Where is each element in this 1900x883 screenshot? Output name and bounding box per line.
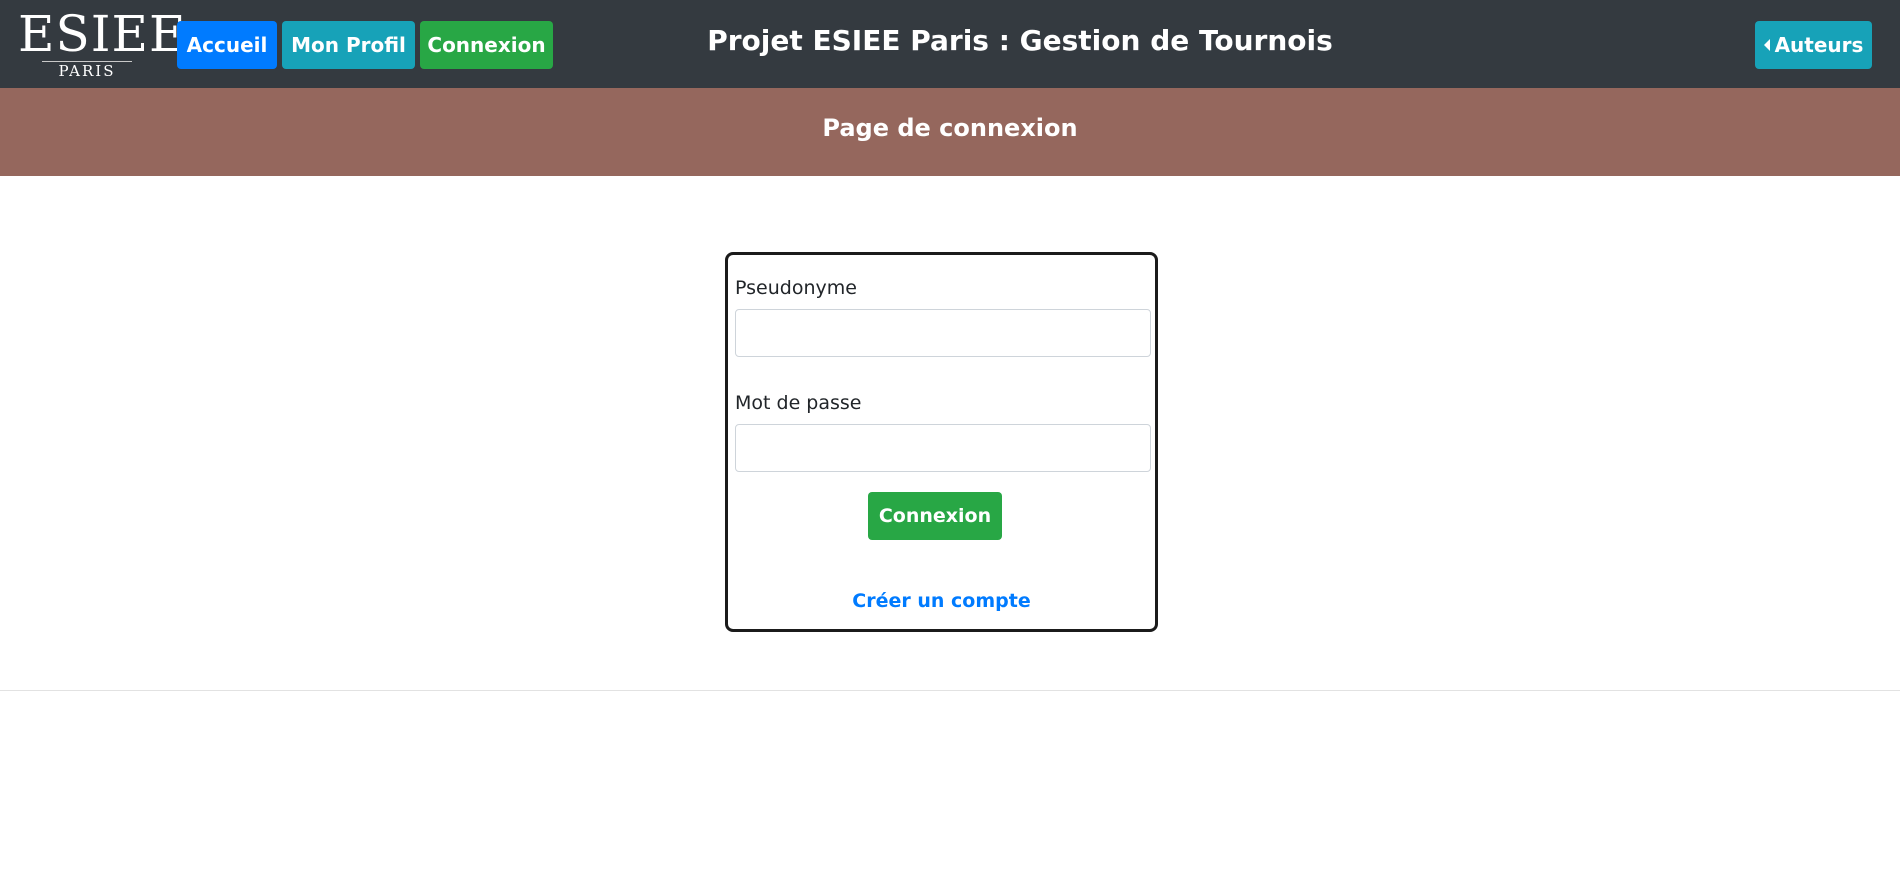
- mon-profil-button[interactable]: Mon Profil: [282, 21, 415, 69]
- page-banner: Page de connexion: [0, 88, 1900, 176]
- pseudo-label: Pseudonyme: [735, 277, 857, 299]
- password-label: Mot de passe: [735, 392, 862, 414]
- top-navbar: ESIEE PARIS Accueil Mon Profil Connexion…: [0, 0, 1900, 88]
- esiee-paris-logo[interactable]: ESIEE PARIS: [18, 5, 187, 80]
- logo-main-text: ESIEE: [18, 5, 187, 63]
- page-title: Projet ESIEE Paris : Gestion de Tournois: [707, 24, 1333, 57]
- auteurs-label: Auteurs: [1774, 33, 1864, 57]
- pseudo-input[interactable]: [735, 309, 1151, 357]
- login-card: Pseudonyme Mot de passe Connexion Créer …: [725, 252, 1158, 632]
- auteurs-button[interactable]: Auteurs: [1755, 21, 1872, 69]
- caret-left-icon: [1763, 39, 1770, 51]
- accueil-button[interactable]: Accueil: [177, 21, 277, 69]
- connexion-nav-button[interactable]: Connexion: [420, 21, 553, 69]
- connexion-submit-button[interactable]: Connexion: [868, 492, 1002, 540]
- logo-sub-text: PARIS: [58, 62, 116, 80]
- footer-divider: [0, 690, 1900, 691]
- create-account-link[interactable]: Créer un compte: [728, 588, 1155, 614]
- password-input[interactable]: [735, 424, 1151, 472]
